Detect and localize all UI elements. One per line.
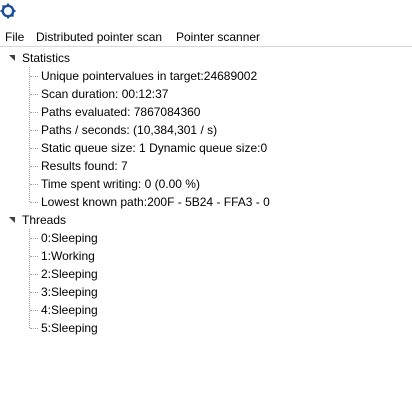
thread-4-status[interactable]: 4:Sleeping bbox=[41, 301, 98, 319]
title-bar bbox=[0, 0, 412, 29]
tree-node-statistics[interactable]: Statistics bbox=[22, 49, 70, 67]
threads-expander-icon[interactable] bbox=[7, 215, 17, 225]
thread-0-status[interactable]: 0:Sleeping bbox=[41, 229, 98, 247]
stat-paths-per-second[interactable]: Paths / seconds: (10,384,301 / s) bbox=[41, 121, 217, 139]
stat-paths-evaluated[interactable]: Paths evaluated: 7867084360 bbox=[41, 103, 200, 121]
menu-distributed-pointer-scan[interactable]: Distributed pointer scan bbox=[35, 29, 163, 45]
stat-lowest-known-path[interactable]: Lowest known path:200F - 5B24 - FFA3 - 0 bbox=[41, 193, 270, 211]
pointer-scan-window: File Distributed pointer scan Pointer sc… bbox=[0, 0, 412, 405]
thread-2-status[interactable]: 2:Sleeping bbox=[41, 265, 98, 283]
cheat-engine-icon bbox=[0, 3, 16, 19]
menu-file[interactable]: File bbox=[4, 29, 25, 45]
tree-node-threads[interactable]: Threads bbox=[22, 211, 66, 229]
stat-unique-pointervalues[interactable]: Unique pointervalues in target:24689002 bbox=[41, 67, 257, 85]
thread-3-status[interactable]: 3:Sleeping bbox=[41, 283, 98, 301]
menu-bar: File Distributed pointer scan Pointer sc… bbox=[0, 28, 412, 47]
threads-tree-line bbox=[29, 229, 30, 328]
statistics-expander-icon[interactable] bbox=[7, 53, 17, 63]
statistics-tree-line bbox=[29, 67, 30, 202]
stat-results-found[interactable]: Results found: 7 bbox=[41, 157, 128, 175]
stat-time-spent-writing[interactable]: Time spent writing: 0 (0.00 %) bbox=[41, 175, 200, 193]
stat-scan-duration[interactable]: Scan duration: 00:12:37 bbox=[41, 85, 168, 103]
thread-1-status[interactable]: 1:Working bbox=[41, 247, 95, 265]
stat-queue-size[interactable]: Static queue size: 1 Dynamic queue size:… bbox=[41, 139, 267, 157]
thread-5-status[interactable]: 5:Sleeping bbox=[41, 319, 98, 337]
menu-pointer-scanner[interactable]: Pointer scanner bbox=[175, 29, 261, 45]
status-tree: Statistics Unique pointervalues in targe… bbox=[0, 47, 412, 405]
